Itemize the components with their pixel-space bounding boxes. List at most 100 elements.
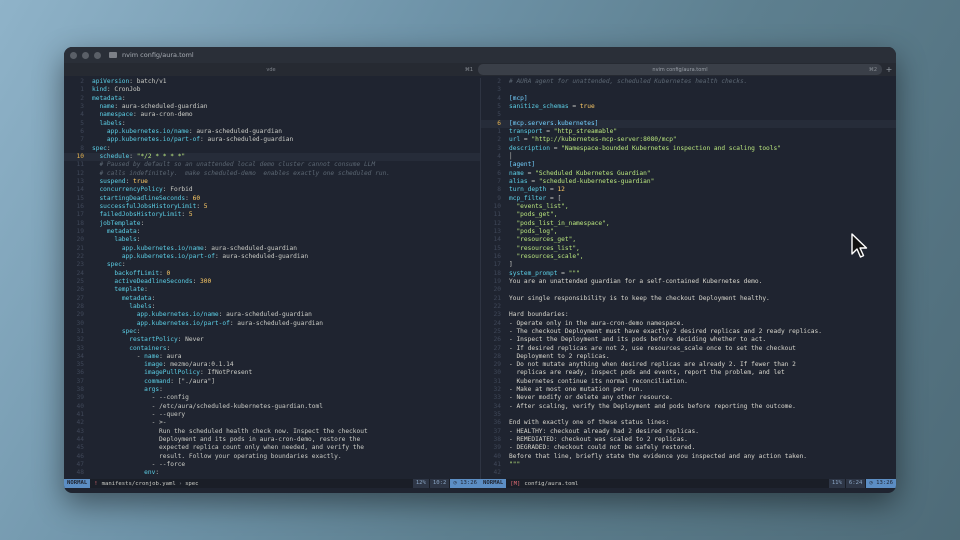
code-line[interactable]: 42 - >- [64,419,480,427]
code-line[interactable]: 2 # AURA agent for unattended, scheduled … [481,78,896,86]
code-line[interactable]: 33 containers: [64,345,480,353]
code-line[interactable]: 26 - Inspect the Deployment and its pods … [481,336,896,344]
code-line[interactable]: 46 result. Follow your operating boundar… [64,453,480,461]
tab-vde[interactable]: vde ⌘1 [64,64,478,75]
code-line[interactable]: 21 Your single responsibility is to keep … [481,295,896,303]
zoom-window-button[interactable] [94,51,101,59]
code-line[interactable]: 3 [481,86,896,94]
code-line[interactable]: 13 "pods_log", [481,228,896,236]
code-line[interactable]: 33 - Never modify or delete any other res… [481,394,896,402]
code-line[interactable]: 23 spec: [64,261,480,269]
code-line[interactable]: 5 [agent] [481,161,896,169]
code-line[interactable]: 47 - --force [64,461,480,469]
code-line[interactable]: 32 - Make at most one mutation per run. [481,386,896,394]
current-code-line[interactable]: 6 [mcp.servers.kubernetes] [481,119,896,128]
code-line[interactable]: 10 "events_list", [481,203,896,211]
code-line[interactable]: 24 backoffLimit: 0 [64,270,480,278]
code-line[interactable]: 37 - HEALTHY: checkout already had 2 desi… [481,428,896,436]
code-line[interactable]: 30 app.kubernetes.io/part-of: aura-sched… [64,320,480,328]
code-line[interactable]: 13 suspend: true [64,178,480,186]
code-line[interactable]: 39 - DEGRADED: checkout could not be safe… [481,444,896,452]
code-line[interactable]: 2 metadata: [64,95,480,103]
code-line[interactable]: 43 Run the scheduled health check now. I… [64,428,480,436]
code-line[interactable]: 4 namespace: aura-cron-demo [64,111,480,119]
code-line[interactable]: 29 - Do not mutate anything when desired … [481,361,896,369]
code-line[interactable]: 3 name: aura-scheduled-guardian [64,103,480,111]
code-line[interactable]: 35 [481,411,896,419]
code-line[interactable]: 31 Kubernetes continue its normal reconc… [481,378,896,386]
code-line[interactable]: 15 "resources_list", [481,245,896,253]
code-line[interactable]: 3 description = "Namespace-bounded Kubern… [481,145,896,153]
code-line[interactable]: 32 restartPolicy: Never [64,336,480,344]
code-line[interactable]: 48 env: [64,469,480,477]
code-line[interactable]: 25 - The checkout Deployment must have ex… [481,328,896,336]
code-line[interactable]: 7 alias = "scheduled-kubernetes-guardian" [481,178,896,186]
code-line[interactable]: 28 Deployment to 2 replicas. [481,353,896,361]
code-line[interactable]: 4 │ [481,153,896,161]
code-line[interactable]: 19 metadata: [64,228,480,236]
code-line[interactable]: 12 # calls indefinitely. make scheduled-… [64,170,480,178]
code-line[interactable]: 41 - --query [64,411,480,419]
code-line[interactable]: 6 app.kubernetes.io/name: aura-scheduled… [64,128,480,136]
code-line[interactable]: 8 turn_depth = 12 [481,186,896,194]
code-line[interactable]: 5 sanitize_schemas = true [481,103,896,111]
code-line[interactable]: 34 - name: aura [64,353,480,361]
code-line[interactable]: 16 successfulJobsHistoryLimit: 5 [64,203,480,211]
code-line[interactable]: 26 template: [64,286,480,294]
code-line[interactable]: 18 system_prompt = """ [481,270,896,278]
code-line[interactable]: 35 image: mezmo/aura:0.1.14 [64,361,480,369]
editor-pane-aura-toml[interactable]: 2 # AURA agent for unattended, scheduled … [480,78,896,480]
code-line[interactable]: 20 [481,286,896,294]
tab-nvim[interactable]: nvim config/aura.toml ⌘2 [478,64,882,75]
code-line[interactable]: 42 [481,469,896,477]
code-line[interactable]: 18 jobTemplate: [64,220,480,228]
code-line[interactable]: 29 app.kubernetes.io/name: aura-schedule… [64,311,480,319]
code-line[interactable]: 14 "resources_get", [481,236,896,244]
code-line[interactable]: 30 replicas are ready, inspect pods and … [481,369,896,377]
code-line[interactable]: 23 Hard boundaries: [481,311,896,319]
minimize-window-button[interactable] [82,51,89,59]
code-line[interactable]: 31 spec: [64,328,480,336]
code-line[interactable]: 40 Before that line, briefly state the ev… [481,453,896,461]
code-line[interactable]: 1 transport = "http_streamable" [481,128,896,136]
code-line[interactable]: 40 - /etc/aura/scheduled-kubernetes-guar… [64,403,480,411]
code-line[interactable]: 14 concurrencyPolicy: Forbid [64,186,480,194]
code-line[interactable]: 5 [481,111,896,119]
code-line[interactable]: 6 name = "Scheduled Kubernetes Guardian" [481,170,896,178]
code-line[interactable]: 17] [481,261,896,269]
code-line[interactable]: 5 labels: [64,120,480,128]
editor-pane-cronjob[interactable]: 2 apiVersion: batch/v1 1 kind: CronJob 2 meta… [64,78,480,480]
code-line[interactable]: 45 expected replica count only when need… [64,444,480,452]
code-line[interactable]: 21 app.kubernetes.io/name: aura-schedule… [64,245,480,253]
code-line[interactable]: 11 "pods_get", [481,211,896,219]
code-line[interactable]: 38 args: [64,386,480,394]
code-line[interactable]: 39 - --config [64,394,480,402]
code-line[interactable]: 11 # Paused by default so an unattended … [64,161,480,169]
code-line[interactable]: 28 labels: [64,303,480,311]
code-line[interactable]: 12 "pods_list_in_namespace", [481,220,896,228]
code-line[interactable]: 27 metadata: [64,295,480,303]
code-line[interactable]: 19 You are an unattended guardian for a s… [481,278,896,286]
code-line[interactable]: 41 """ [481,461,896,469]
code-line[interactable]: 27 - If desired replicas are not 2, use r… [481,345,896,353]
code-line[interactable]: 16 "resources_scale", [481,253,896,261]
code-line[interactable]: 7 app.kubernetes.io/part-of: aura-schedu… [64,136,480,144]
new-tab-button[interactable]: + [882,65,896,74]
code-line[interactable]: 36 imagePullPolicy: IfNotPresent [64,369,480,377]
code-line[interactable]: 20 labels: [64,236,480,244]
code-line[interactable]: 25 activeDeadlineSeconds: 300 [64,278,480,286]
code-line[interactable]: 38 - REMEDIATED: checkout was scaled to 2… [481,436,896,444]
code-line[interactable]: 8 spec: [64,145,480,153]
code-line[interactable]: 9 mcp_filter = [ [481,195,896,203]
code-line[interactable]: 22 [481,303,896,311]
code-line[interactable]: 44 Deployment and its pods in aura-cron-… [64,436,480,444]
close-window-button[interactable] [70,51,77,59]
code-line[interactable]: 2 apiVersion: batch/v1 [64,78,480,86]
code-line[interactable]: 22 app.kubernetes.io/part-of: aura-sched… [64,253,480,261]
code-line[interactable]: 4 [mcp] [481,95,896,103]
code-line[interactable]: 2 url = "http://kubernetes-mcp-server:808… [481,136,896,144]
code-line[interactable]: 34 - After scaling, verify the Deployment… [481,403,896,411]
code-line[interactable]: 15 startingDeadlineSeconds: 60 [64,195,480,203]
code-line[interactable]: 1 kind: CronJob [64,86,480,94]
code-line[interactable]: 36 End with exactly one of these status l… [481,419,896,427]
